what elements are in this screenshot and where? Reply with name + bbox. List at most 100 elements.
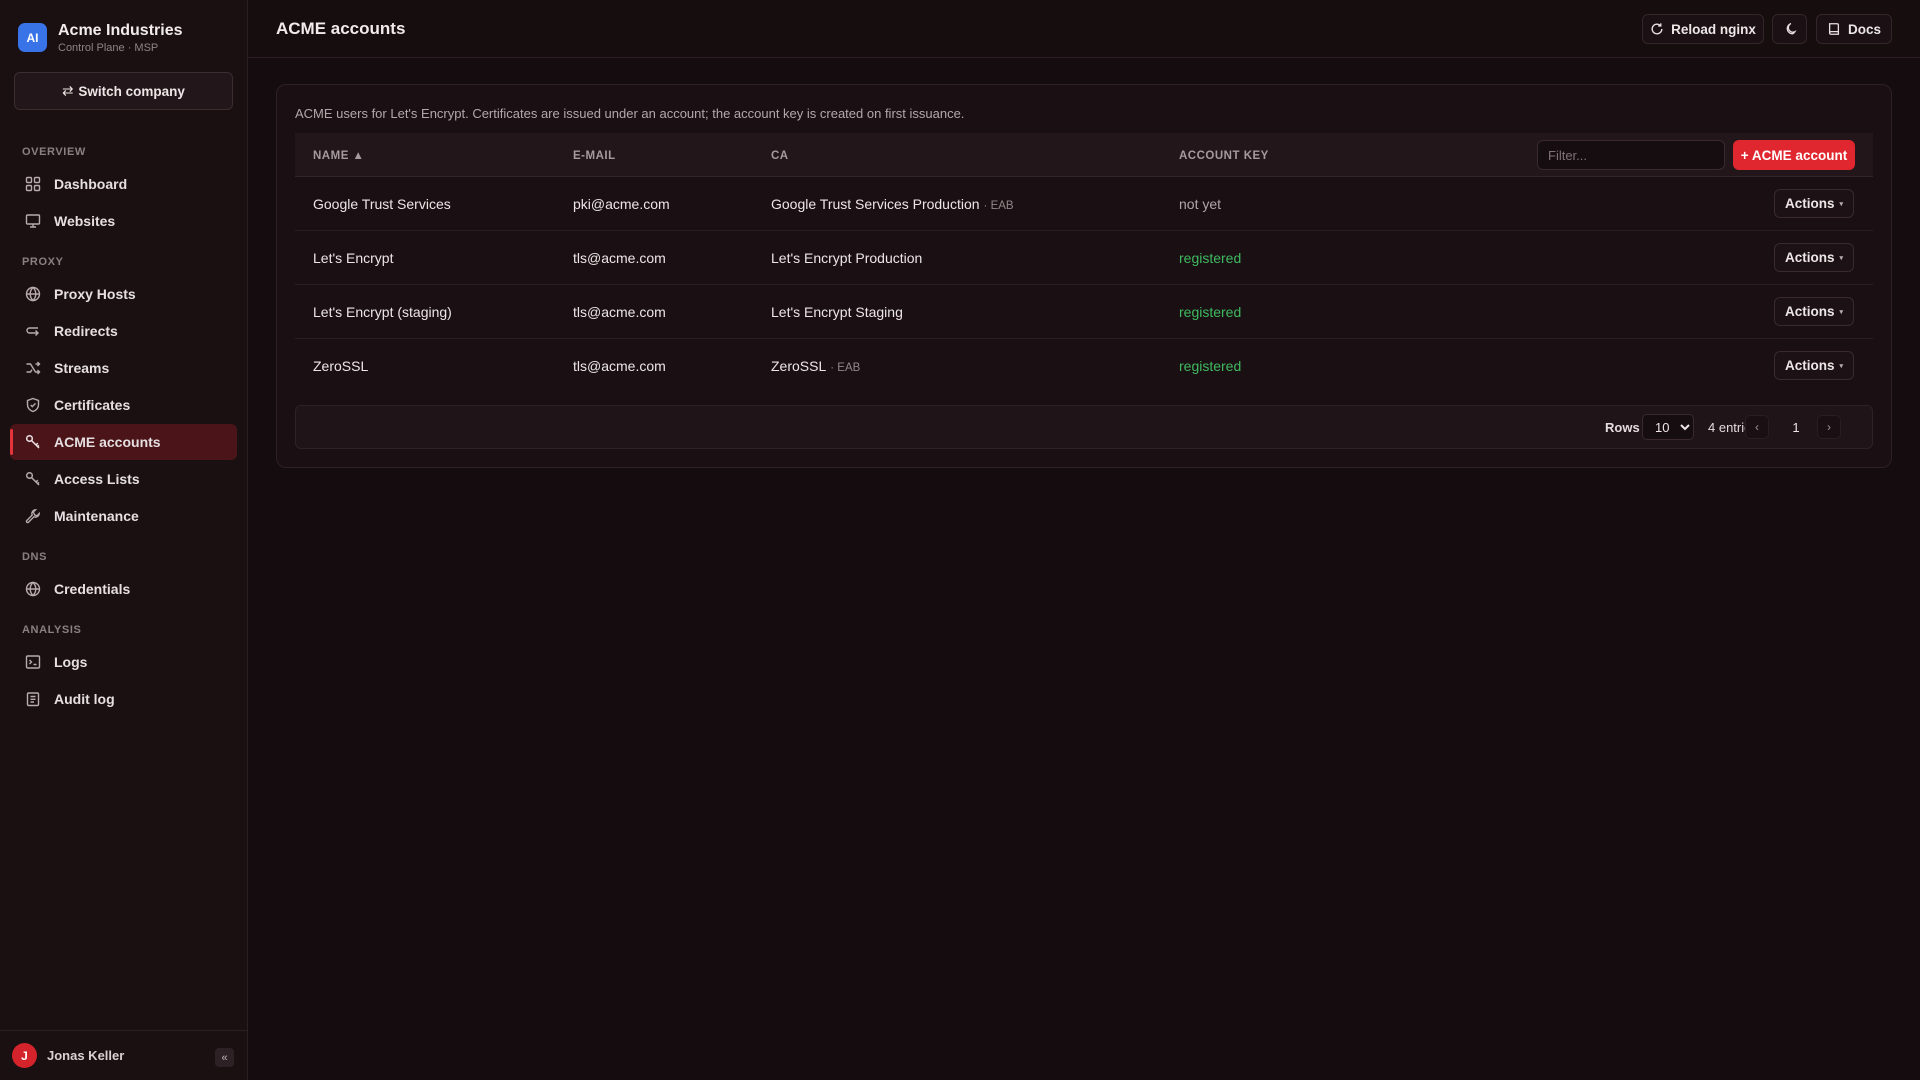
- next-page-button[interactable]: ›: [1817, 415, 1841, 439]
- docs-label: Docs: [1847, 21, 1881, 37]
- reload-nginx-button[interactable]: Reload nginx: [1642, 14, 1764, 44]
- ca-name: Let's Encrypt Production: [771, 250, 923, 266]
- key-icon: [25, 434, 41, 450]
- rows-per-page-select[interactable]: 10: [1642, 414, 1694, 440]
- actions-label: Actions: [1784, 250, 1835, 265]
- sidebar-item-label: Logs: [54, 654, 88, 670]
- user-name[interactable]: Jonas Keller: [47, 1048, 124, 1063]
- docs-button[interactable]: Docs: [1816, 14, 1892, 44]
- actions-button[interactable]: Actions ▾: [1774, 189, 1854, 218]
- key-icon: [25, 471, 41, 487]
- sidebar-item-label: Websites: [54, 213, 116, 229]
- section-overview: OVERVIEW: [22, 146, 86, 158]
- prev-page-button[interactable]: ‹: [1745, 415, 1769, 439]
- eab-tag: · EAB: [983, 200, 1014, 212]
- shuffle-icon: [25, 360, 41, 376]
- rows-label: Rows: [1605, 420, 1640, 435]
- column-header-email[interactable]: E-MAIL: [573, 150, 616, 162]
- cell-name: Google Trust Services: [313, 196, 451, 212]
- sidebar-item-maintenance[interactable]: Maintenance: [10, 498, 237, 534]
- cell-email: pki@acme.com: [573, 196, 670, 212]
- sidebar-item-logs[interactable]: Logs: [10, 644, 237, 680]
- globe-icon: [25, 581, 41, 597]
- sidebar-item-acme-accounts[interactable]: ACME accounts: [10, 424, 237, 460]
- sidebar-item-access-lists[interactable]: Access Lists: [10, 461, 237, 497]
- page-description: ACME users for Let's Encrypt. Certificat…: [295, 106, 965, 121]
- ca-name: Let's Encrypt Staging: [771, 304, 903, 320]
- column-header-name[interactable]: NAME ▲: [313, 150, 364, 162]
- collapse-sidebar-button[interactable]: «: [215, 1048, 234, 1067]
- table-row: ZeroSSL tls@acme.com ZeroSSL · EAB regist…: [295, 339, 1873, 393]
- cell-email: tls@acme.com: [573, 304, 666, 320]
- column-header-ca[interactable]: CA: [771, 150, 789, 162]
- sidebar-item-label: Dashboard: [54, 176, 128, 192]
- sidebar-item-redirects[interactable]: Redirects: [10, 313, 237, 349]
- clipboard-icon: [25, 691, 41, 707]
- table-header: NAME ▲ E-MAIL CA ACCOUNT KEY + ACME acco…: [295, 133, 1873, 177]
- sidebar-item-streams[interactable]: Streams: [10, 350, 237, 386]
- table-row: Google Trust Services pki@acme.com Googl…: [295, 177, 1873, 231]
- acme-accounts-card: ACME users for Let's Encrypt. Certificat…: [276, 84, 1892, 468]
- actions-button[interactable]: Actions ▾: [1774, 243, 1854, 272]
- refresh-icon: [1650, 22, 1664, 36]
- cell-email: tls@acme.com: [573, 358, 666, 374]
- section-dns: DNS: [22, 551, 48, 563]
- actions-button[interactable]: Actions ▾: [1774, 351, 1854, 380]
- caret-down-icon: ▾: [1839, 254, 1844, 262]
- table-row: Let's Encrypt tls@acme.com Let's Encrypt…: [295, 231, 1873, 285]
- avatar[interactable]: J: [12, 1043, 37, 1068]
- sidebar-item-label: Streams: [54, 360, 110, 376]
- column-header-account-key[interactable]: ACCOUNT KEY: [1179, 150, 1269, 162]
- cell-ca: Let's Encrypt Production: [771, 250, 922, 266]
- sidebar-item-label: Audit log: [54, 691, 115, 707]
- ca-name: Google Trust Services Production: [771, 196, 980, 212]
- cell-account-key-status: registered: [1179, 358, 1242, 374]
- cell-ca: Google Trust Services Production · EAB: [771, 196, 1014, 212]
- add-acme-account-button[interactable]: + ACME account: [1733, 140, 1855, 170]
- ca-name: ZeroSSL: [771, 358, 827, 374]
- grid-icon: [25, 176, 41, 192]
- topbar: ACME accounts Reload nginx Docs: [248, 0, 1920, 58]
- cell-email: tls@acme.com: [573, 250, 666, 266]
- caret-down-icon: ▾: [1839, 308, 1844, 316]
- section-analysis: ANALYSIS: [22, 624, 82, 636]
- brand-logo: AI: [18, 23, 47, 52]
- eab-tag: · EAB: [830, 362, 861, 374]
- sidebar-item-label: Maintenance: [54, 508, 139, 524]
- sidebar-item-credentials[interactable]: Credentials: [10, 571, 237, 607]
- cell-name: Let's Encrypt (staging): [313, 304, 452, 320]
- sidebar-item-proxy-hosts[interactable]: Proxy Hosts: [10, 276, 237, 312]
- theme-toggle-button[interactable]: [1772, 14, 1807, 44]
- table-row: Let's Encrypt (staging) tls@acme.com Let…: [295, 285, 1873, 339]
- page-title: ACME accounts: [276, 19, 406, 38]
- shield-icon: [25, 397, 41, 413]
- caret-down-icon: ▾: [1839, 200, 1844, 208]
- switch-company-label: Switch company: [78, 83, 185, 99]
- actions-label: Actions: [1784, 358, 1835, 373]
- globe-icon: [25, 286, 41, 302]
- cell-name: ZeroSSL: [313, 358, 369, 374]
- sidebar-item-label: Certificates: [54, 397, 131, 413]
- actions-label: Actions: [1784, 304, 1835, 319]
- sidebar-item-websites[interactable]: Websites: [10, 203, 237, 239]
- sidebar-item-label: Redirects: [54, 323, 118, 339]
- sidebar-item-label: Access Lists: [54, 471, 140, 487]
- wrench-icon: [25, 508, 41, 524]
- sidebar-item-dashboard[interactable]: Dashboard: [10, 166, 237, 202]
- actions-button[interactable]: Actions ▾: [1774, 297, 1854, 326]
- section-proxy: PROXY: [22, 256, 64, 268]
- brand-subtitle: Control Plane · MSP: [58, 42, 159, 54]
- switch-icon: ⇄: [62, 83, 74, 98]
- sidebar-item-certificates[interactable]: Certificates: [10, 387, 237, 423]
- sidebar-item-label: Proxy Hosts: [54, 286, 136, 302]
- moon-icon: [1783, 22, 1797, 36]
- switch-company-button[interactable]: ⇄ Switch company: [14, 72, 233, 110]
- monitor-icon: [25, 213, 41, 229]
- filter-input[interactable]: [1537, 140, 1725, 170]
- sidebar-item-label: ACME accounts: [54, 434, 161, 450]
- actions-label: Actions: [1784, 196, 1835, 211]
- cell-account-key-status: registered: [1179, 250, 1242, 266]
- sidebar: AI Acme Industries Control Plane · MSP ⇄…: [0, 0, 248, 1080]
- sidebar-item-audit-log[interactable]: Audit log: [10, 681, 237, 717]
- page-number[interactable]: 1: [1781, 415, 1811, 439]
